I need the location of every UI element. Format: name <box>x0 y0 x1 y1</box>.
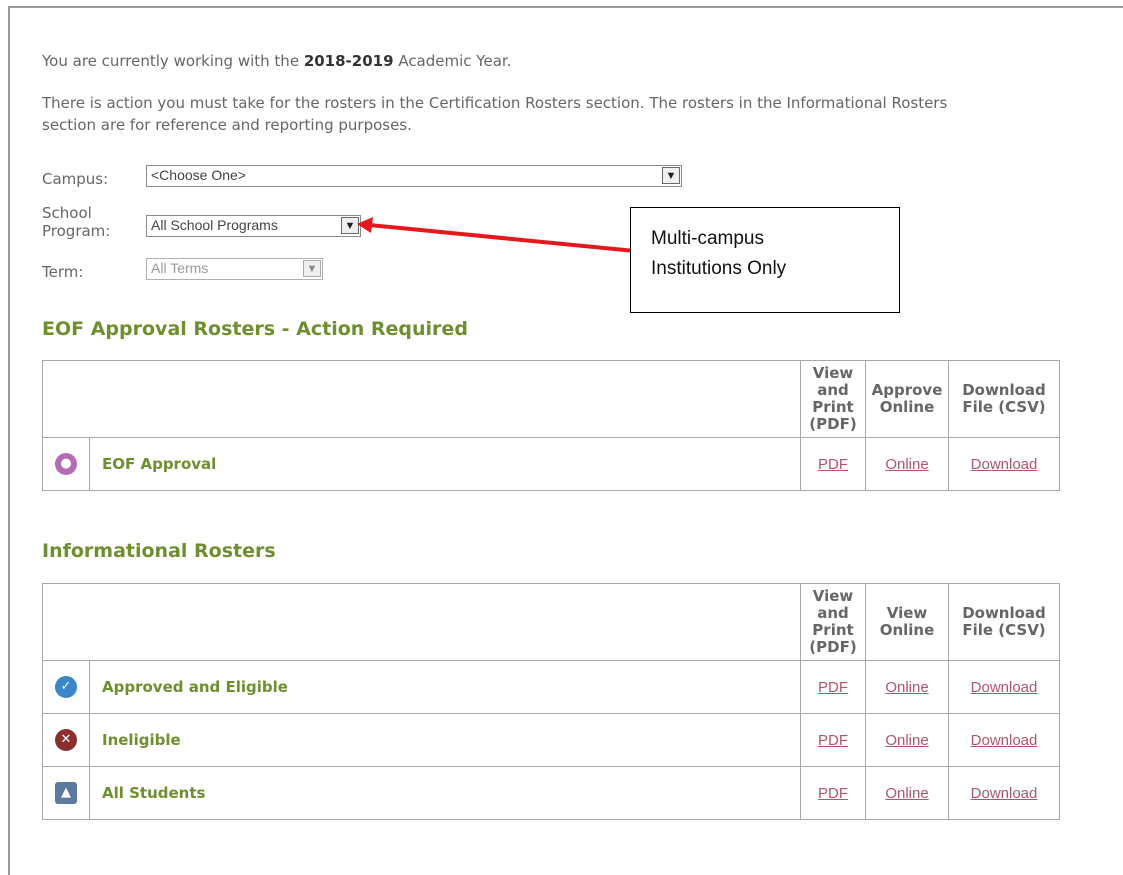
lightbulb-icon: ● <box>55 453 77 475</box>
header-view-print-pdf: View and Print (PDF) <box>800 360 866 438</box>
x-circle-icon: ✕ <box>55 729 77 751</box>
annotation-callout: Multi-campus Institutions Only <box>630 207 900 313</box>
download-link[interactable]: Download <box>971 732 1038 749</box>
term-select[interactable]: All Terms ▼ <box>146 258 323 280</box>
student-icon: ▲ <box>55 782 77 804</box>
campus-select[interactable]: <Choose One> ▼ <box>146 165 682 187</box>
online-link[interactable]: Online <box>885 456 928 473</box>
header-download-csv: Download File (CSV) <box>948 583 1060 661</box>
header-view-online: View Online <box>865 583 949 661</box>
approval-roster-table: View and Print (PDF) Approve Online Download… <box>42 360 1060 491</box>
pdf-link[interactable]: PDF <box>818 679 848 696</box>
download-link[interactable]: Download <box>971 785 1038 802</box>
online-link[interactable]: Online <box>885 732 928 749</box>
table-row: ✕ Ineligible PDF Online Download <box>42 713 1060 767</box>
table-row: ● EOF Approval PDF Online Download <box>42 437 1060 491</box>
annotation-arrow <box>357 217 636 253</box>
campus-label: Campus: <box>42 170 109 188</box>
roster-name: All Students <box>89 766 801 820</box>
header-view-print-pdf: View and Print (PDF) <box>800 583 866 661</box>
roster-name: Ineligible <box>89 713 801 767</box>
header-blank <box>42 360 801 438</box>
online-link[interactable]: Online <box>885 785 928 802</box>
header-download-csv: Download File (CSV) <box>948 360 1060 438</box>
pdf-link[interactable]: PDF <box>818 785 848 802</box>
table-header-row: View and Print (PDF) View Online Download Fil… <box>42 583 1060 661</box>
approval-section-title: EOF Approval Rosters - Action Required <box>42 318 468 340</box>
academic-year: 2018-2019 <box>303 52 394 70</box>
download-link[interactable]: Download <box>971 456 1038 473</box>
term-label: Term: <box>42 263 84 281</box>
chevron-down-icon[interactable]: ▼ <box>303 260 321 277</box>
chevron-down-icon[interactable]: ▼ <box>662 167 680 184</box>
header-blank <box>42 583 801 661</box>
school-program-select[interactable]: All School Programs ▼ <box>146 215 361 237</box>
instructions-text: There is action you must take for the ro… <box>42 94 948 134</box>
informational-roster-table: View and Print (PDF) View Online Download Fil… <box>42 583 1060 820</box>
table-row: ✓ Approved and Eligible PDF Online Downl… <box>42 660 1060 714</box>
header-approve-online: Approve Online <box>865 360 949 438</box>
school-program-label: School Program: <box>42 204 111 240</box>
table-header-row: View and Print (PDF) Approve Online Download… <box>42 360 1060 438</box>
roster-name: Approved and Eligible <box>89 660 801 714</box>
academic-year-text: You are currently working with the 2018-… <box>42 52 512 70</box>
pdf-link[interactable]: PDF <box>818 456 848 473</box>
informational-section-title: Informational Rosters <box>42 540 276 562</box>
pdf-link[interactable]: PDF <box>818 732 848 749</box>
checkmark-icon: ✓ <box>55 676 77 698</box>
download-link[interactable]: Download <box>971 679 1038 696</box>
table-row: ▲ All Students PDF Online Download <box>42 766 1060 820</box>
online-link[interactable]: Online <box>885 679 928 696</box>
roster-name: EOF Approval <box>89 437 801 491</box>
